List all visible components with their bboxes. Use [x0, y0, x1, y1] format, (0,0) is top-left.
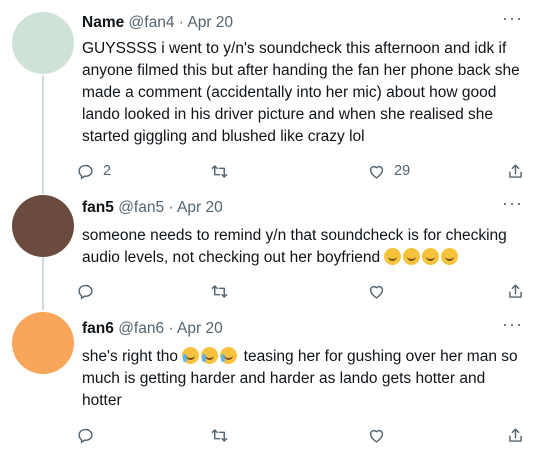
heart-icon: [369, 165, 384, 179]
more-options-icon[interactable]: ···: [502, 193, 522, 215]
handle[interactable]: @fan4: [129, 14, 175, 31]
retweet-icon: [211, 284, 228, 298]
reply-button[interactable]: 2: [76, 160, 111, 182]
timestamp[interactable]: Apr 20: [177, 199, 223, 216]
separator: ·: [178, 14, 184, 31]
like-button[interactable]: [367, 424, 394, 446]
tweet-text-before: she's right tho: [82, 348, 179, 365]
display-name[interactable]: fan6: [82, 320, 114, 337]
heart-icon: [369, 285, 384, 299]
reply-icon: [78, 284, 93, 300]
reply-button[interactable]: [76, 280, 103, 302]
reply-button[interactable]: [76, 424, 103, 446]
rolling-on-floor-laughing-emoji: [422, 248, 440, 265]
share-button[interactable]: [506, 280, 525, 302]
tweet-3[interactable]: fan6 @fan6 · Apr 20 ··· she's right tho …: [0, 312, 540, 454]
reply-icon: [78, 428, 93, 444]
tweet-actions: 2 29: [78, 160, 528, 182]
tweet-header: fan5 @fan5 · Apr 20: [82, 197, 528, 219]
like-count: 29: [394, 163, 411, 179]
loudly-crying-face-emoji: [201, 347, 219, 364]
like-button[interactable]: 29: [367, 160, 410, 182]
loudly-crying-face-emoji: [182, 347, 200, 364]
display-name[interactable]: Name: [82, 14, 124, 31]
more-options-icon[interactable]: ···: [502, 314, 522, 336]
timestamp[interactable]: Apr 20: [177, 320, 223, 337]
retweet-button[interactable]: [210, 424, 237, 446]
rolling-on-floor-laughing-emoji: [384, 248, 402, 265]
share-button[interactable]: [506, 424, 525, 446]
avatar[interactable]: [12, 195, 74, 257]
share-icon: [509, 163, 522, 178]
rolling-on-floor-laughing-emoji: [403, 248, 421, 265]
rolling-on-floor-laughing-emoji: [441, 248, 459, 265]
retweet-icon: [211, 428, 228, 442]
handle[interactable]: @fan5: [118, 199, 164, 216]
separator: ·: [168, 199, 174, 216]
display-name[interactable]: fan5: [82, 199, 114, 216]
retweet-button[interactable]: [210, 280, 237, 302]
reply-icon: [78, 164, 93, 180]
tweet-actions: [78, 424, 528, 446]
avatar[interactable]: [12, 12, 74, 74]
separator: ·: [168, 320, 174, 337]
retweet-button[interactable]: [210, 160, 237, 182]
tweet-actions: [78, 280, 528, 302]
tweet-text: someone needs to remind y/n that soundch…: [82, 225, 522, 269]
avatar[interactable]: [12, 312, 74, 374]
heart-icon: [369, 429, 384, 443]
share-button[interactable]: [506, 160, 525, 182]
retweet-icon: [211, 164, 228, 178]
tweet-header: fan6 @fan6 · Apr 20: [82, 318, 528, 340]
tweet-2[interactable]: fan5 @fan5 · Apr 20 ··· someone needs to…: [0, 193, 540, 312]
tweet-header: Name @fan4 · Apr 20: [82, 12, 528, 34]
tweet-1[interactable]: Name @fan4 · Apr 20 ··· GUYSSSS i went t…: [0, 0, 540, 195]
like-button[interactable]: [367, 280, 394, 302]
share-icon: [509, 283, 522, 298]
share-icon: [509, 427, 522, 442]
tweet-text: GUYSSSS i went to y/n's soundcheck this …: [82, 40, 520, 145]
more-options-icon[interactable]: ···: [502, 8, 522, 30]
timestamp[interactable]: Apr 20: [187, 14, 233, 31]
reply-count: 2: [103, 163, 112, 179]
tweet-text: she's right tho teasing her for gushing …: [82, 346, 522, 412]
handle[interactable]: @fan6: [118, 320, 164, 337]
loudly-crying-face-emoji: [220, 347, 238, 364]
